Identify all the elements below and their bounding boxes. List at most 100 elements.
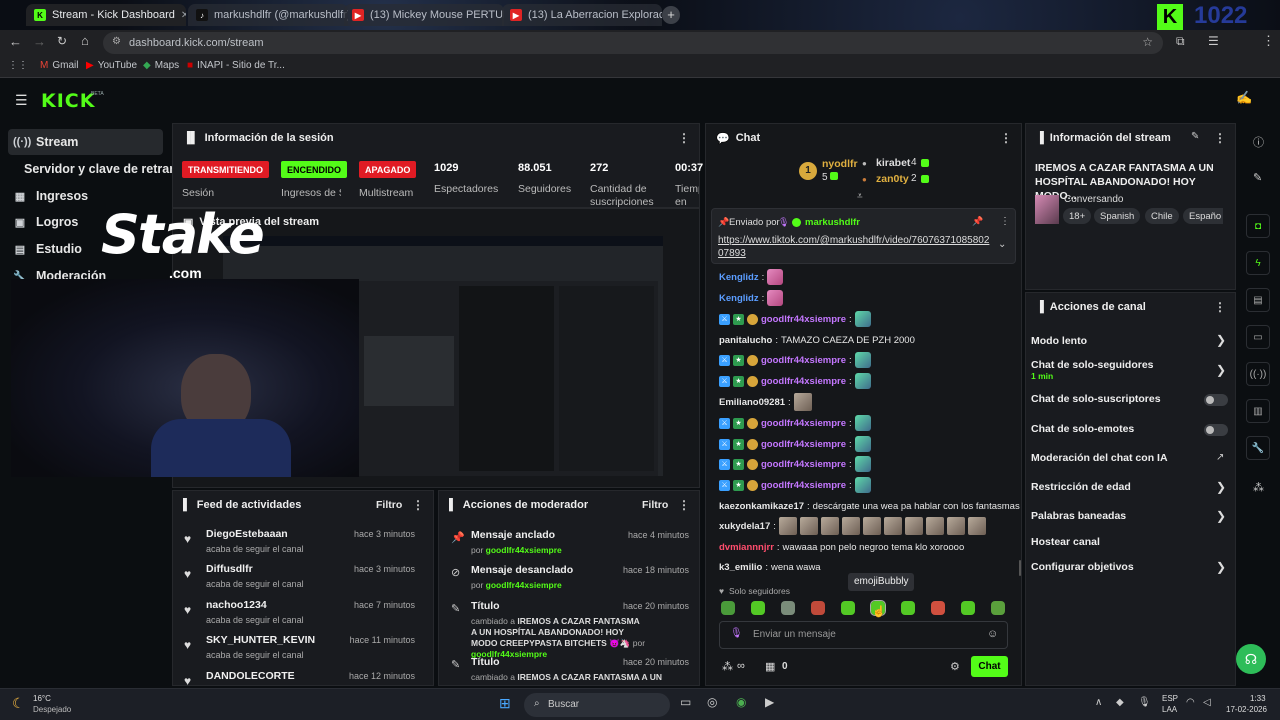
more-options-icon[interactable]: ⋮: [678, 131, 690, 145]
emoji-icon[interactable]: [751, 601, 765, 615]
bookmark-gmail[interactable]: M Gmail: [40, 60, 78, 71]
action-ai-moderation[interactable]: Moderación del chat con IA: [1031, 452, 1168, 464]
chat-scrollbar[interactable]: [1019, 560, 1021, 576]
info-circle-icon[interactable]: ⓘ: [1253, 134, 1264, 150]
bookmark-youtube[interactable]: ▶ YouTube: [86, 60, 137, 71]
more-options-icon[interactable]: ⋮: [1214, 300, 1226, 314]
chevron-right-icon[interactable]: ❯: [1216, 333, 1226, 347]
mod-user[interactable]: goodlfr44xsiempre: [486, 545, 562, 555]
reload-icon[interactable]: ↻: [57, 34, 67, 48]
chevron-right-icon[interactable]: ❯: [1216, 509, 1226, 523]
emoji-icon[interactable]: [811, 601, 825, 615]
top-gifter-name[interactable]: kirabet: [876, 157, 910, 169]
chevron-right-icon[interactable]: ❯: [1216, 363, 1226, 377]
category-thumbnail[interactable]: [1035, 195, 1059, 224]
edit-pencil-icon[interactable]: ✎: [1191, 131, 1199, 142]
feed-name[interactable]: SKY_HUNTER_KEVIN: [206, 634, 315, 646]
chat-username[interactable]: goodlfr44xsiempre: [761, 480, 846, 491]
close-icon[interactable]: ✕: [181, 10, 186, 21]
tab-tiktok[interactable]: ♪ markushdlfr (@markushdlfr) | ✕: [188, 4, 348, 26]
rail-lightning-icon[interactable]: ϟ: [1246, 251, 1270, 275]
emoji-icon[interactable]: [961, 601, 975, 615]
pinned-user[interactable]: markushdlfr: [805, 217, 860, 228]
top-gifter-name[interactable]: zan0ty: [876, 173, 909, 185]
emoji-icon[interactable]: [841, 601, 855, 615]
new-tab-button[interactable]: +: [662, 6, 680, 24]
points-icon[interactable]: ▦: [765, 660, 775, 673]
site-info-icon[interactable]: ⚙: [112, 36, 121, 47]
chat-input[interactable]: 🎙 Enviar un mensaje ☺: [719, 621, 1008, 649]
tab-youtube-2[interactable]: ▶ (13) La Aberracion Exploracion ✕: [502, 4, 662, 26]
url-field[interactable]: ⚙ dashboard.kick.com/stream ☆: [103, 32, 1163, 54]
volume-icon[interactable]: ◁: [1203, 697, 1211, 708]
forward-icon[interactable]: →: [33, 34, 46, 49]
media-player-icon[interactable]: ▶: [765, 695, 774, 709]
settings-gear-icon[interactable]: ⚙: [950, 660, 960, 673]
bookmark-inapi[interactable]: ■ INAPI - Sitio de Tr...: [187, 60, 285, 71]
filter-button[interactable]: Filtro: [376, 499, 402, 511]
home-icon[interactable]: ⌂: [81, 33, 89, 48]
gift-sub-icon[interactable]: ⁂: [722, 660, 733, 673]
avatar[interactable]: ✍: [1236, 90, 1252, 106]
back-icon[interactable]: ←: [9, 34, 22, 49]
chat-username[interactable]: goodlfr44xsiempre: [761, 314, 846, 325]
menu-icon[interactable]: ⋮: [1262, 33, 1275, 49]
hamburger-menu-icon[interactable]: ☰: [15, 92, 28, 109]
feed-name[interactable]: DiegoEstebaaan: [206, 528, 288, 540]
unpin-icon[interactable]: 📌: [972, 216, 983, 227]
tray-chevron-icon[interactable]: ∧: [1095, 697, 1102, 708]
clock-date[interactable]: 17-02-2026: [1226, 705, 1267, 714]
chat-username[interactable]: goodlfr44xsiempre: [761, 355, 846, 366]
more-options-icon[interactable]: ⋮: [1000, 131, 1012, 145]
more-options-icon[interactable]: ⋮: [1000, 216, 1010, 227]
action-banned-words[interactable]: Palabras baneadas: [1031, 510, 1126, 522]
chat-username[interactable]: goodlfr44xsiempre: [761, 418, 846, 429]
chat-send-button[interactable]: Chat: [971, 656, 1008, 677]
emotes-only-toggle[interactable]: [1204, 424, 1228, 436]
sidebar-item-server-key[interactable]: Servidor y clave de retransm: [8, 156, 195, 182]
category-name[interactable]: Conversando: [1064, 194, 1123, 205]
chat-username[interactable]: kaezonkamikaze17: [719, 501, 804, 512]
emoji-icon[interactable]: [991, 601, 1005, 615]
rail-layout-icon[interactable]: ▥: [1246, 399, 1270, 423]
rail-chat-icon[interactable]: ▭: [1246, 325, 1270, 349]
chevron-right-icon[interactable]: ❯: [1216, 480, 1226, 494]
chat-username[interactable]: Kenglidz: [719, 272, 759, 283]
rail-users-icon[interactable]: ⁂: [1253, 481, 1264, 494]
feed-name[interactable]: Diffusdlfr: [206, 563, 253, 575]
rail-clipboard-icon[interactable]: ▤: [1246, 288, 1270, 312]
chat-username[interactable]: k3_emilio: [719, 562, 762, 573]
external-link-icon[interactable]: ↗: [1216, 452, 1224, 463]
rail-broadcast-icon[interactable]: ((·)): [1246, 362, 1270, 386]
clock-time[interactable]: 1:33: [1250, 694, 1266, 703]
task-view-icon[interactable]: ▭: [680, 695, 691, 709]
pinned-link[interactable]: https://www.tiktok.com/@markushdlfr/vide…: [718, 234, 993, 260]
chat-username[interactable]: goodlfr44xsiempre: [761, 376, 846, 387]
more-options-icon[interactable]: ⋮: [412, 498, 424, 512]
microphone-icon[interactable]: 🎙: [1138, 697, 1151, 708]
kick-logo[interactable]: KICK: [41, 90, 95, 112]
extensions-icon[interactable]: ⧉: [1176, 34, 1185, 49]
emoji-icon[interactable]: [901, 601, 915, 615]
action-slow-mode[interactable]: Modo lento: [1031, 335, 1087, 347]
action-goals[interactable]: Configurar objetivos: [1031, 561, 1134, 573]
wifi-icon[interactable]: ◠: [1186, 697, 1195, 708]
action-followers-only[interactable]: Chat de solo-seguidores: [1031, 359, 1154, 371]
collapse-icon[interactable]: ⩡: [857, 191, 863, 202]
action-age-restriction[interactable]: Restricción de edad: [1031, 481, 1131, 493]
app-icon[interactable]: ◎: [707, 695, 717, 709]
chrome-icon[interactable]: ◉: [736, 695, 746, 709]
feed-name[interactable]: nachoo1234: [206, 599, 267, 611]
apps-grid-icon[interactable]: ⋮⋮: [8, 60, 28, 71]
subs-only-toggle[interactable]: [1204, 394, 1228, 406]
tab-youtube-1[interactable]: ▶ (13) Mickey Mouse PERTURBA ✕: [344, 4, 504, 26]
emoji-icon[interactable]: [781, 601, 795, 615]
edit-icon[interactable]: ✎: [1253, 171, 1262, 184]
help-button[interactable]: ☊: [1236, 644, 1266, 674]
chat-username[interactable]: xukydela17: [719, 521, 770, 532]
chevron-right-icon[interactable]: ❯: [1216, 560, 1226, 574]
emoji-icon[interactable]: [931, 601, 945, 615]
emoji-icon[interactable]: [721, 601, 735, 615]
lang-layout[interactable]: LAA: [1162, 705, 1177, 714]
mod-user[interactable]: goodlfr44xsiempre: [486, 580, 562, 590]
